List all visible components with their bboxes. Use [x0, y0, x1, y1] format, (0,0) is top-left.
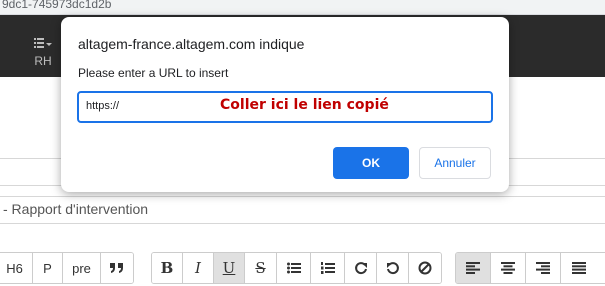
bold-button[interactable]: B [152, 253, 183, 283]
list-dropdown-icon [24, 37, 62, 53]
url-prompt-dialog: altagem-france.altagem.com indique Pleas… [61, 17, 509, 192]
cancel-button[interactable]: Annuler [419, 147, 491, 179]
nav-item-rh[interactable]: RH [24, 37, 62, 73]
pre-button[interactable]: pre [63, 253, 101, 283]
clear-format-button[interactable] [409, 253, 441, 283]
strikethrough-button[interactable]: S [245, 253, 277, 283]
nav-item-label: RH [34, 54, 52, 68]
bullet-list-button[interactable] [277, 253, 311, 283]
pre-label: pre [72, 260, 91, 276]
align-right-icon [536, 262, 550, 274]
undo-icon [386, 261, 400, 275]
url-input-value: https:// [86, 100, 120, 112]
align-left-button[interactable] [456, 253, 491, 283]
italic-label: I [195, 259, 201, 277]
underline-button[interactable]: U [214, 253, 245, 283]
redo-button[interactable] [345, 253, 377, 283]
underline-label: U [222, 259, 236, 277]
align-right-button[interactable] [526, 253, 561, 283]
intervention-title-field[interactable]: - Rapport d'intervention [0, 196, 605, 224]
h6-label: H6 [6, 260, 23, 276]
paragraph-button[interactable]: P [33, 253, 63, 283]
blockquote-button[interactable] [101, 253, 133, 283]
dialog-title: altagem-france.altagem.com indique [78, 36, 305, 52]
align-justify-button[interactable] [561, 253, 596, 283]
align-justify-icon [571, 262, 586, 274]
h6-button[interactable]: H6 [0, 253, 33, 283]
dialog-message: Please enter a URL to insert [78, 66, 229, 80]
clear-format-icon [418, 261, 432, 275]
redo-icon [354, 261, 368, 275]
toolbar-format-group: B I U S [151, 252, 442, 284]
toolbar-block-group: H6 P pre [0, 252, 134, 284]
italic-button[interactable]: I [183, 253, 214, 283]
paste-annotation: Coller ici le lien copié [220, 97, 389, 113]
numbered-list-icon [320, 262, 335, 274]
intervention-title-text: - Rapport d'intervention [3, 201, 149, 217]
numbered-list-button[interactable] [311, 253, 345, 283]
align-center-icon [501, 262, 515, 274]
bullet-list-icon [286, 262, 301, 274]
align-center-button[interactable] [491, 253, 526, 283]
address-bar[interactable]: 9dc1-745973dc1d2b [0, 0, 605, 15]
bold-label: B [160, 259, 174, 277]
strikethrough-label: S [255, 259, 266, 277]
quote-icon [110, 262, 124, 274]
ok-button[interactable]: OK [333, 147, 409, 179]
align-left-icon [466, 262, 480, 274]
toolbar-align-group [455, 252, 605, 284]
paragraph-label: P [43, 260, 52, 276]
address-text: 9dc1-745973dc1d2b [2, 0, 112, 11]
undo-button[interactable] [377, 253, 409, 283]
